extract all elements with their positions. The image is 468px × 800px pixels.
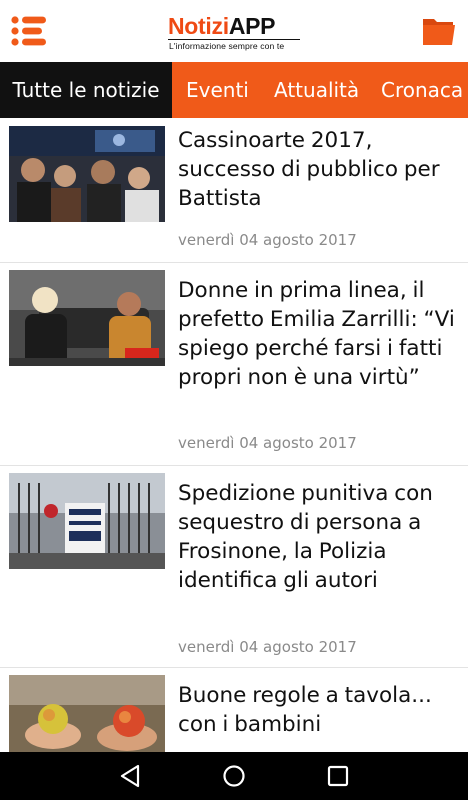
article-title[interactable]: Spedizione punitiva con sequestro di per… <box>178 479 460 595</box>
logo-underline <box>168 39 300 40</box>
app-header: NotiziAPP L'informazione sempre con te <box>0 0 468 63</box>
home-circle-icon[interactable] <box>219 762 249 790</box>
article-item[interactable]: Donne in prima linea, il prefetto Emilia… <box>0 262 468 466</box>
article-item[interactable]: Spedizione punitiva con sequestro di per… <box>0 465 468 668</box>
app-logo: NotiziAPP L'informazione sempre con te <box>168 13 302 51</box>
article-thumbnail[interactable] <box>9 473 165 569</box>
back-triangle-icon[interactable] <box>116 762 146 790</box>
category-tabs: Tutte le notizie Eventi Attualità Cronac… <box>0 62 468 118</box>
article-date: venerdì 04 agosto 2017 <box>178 638 357 656</box>
article-title[interactable]: Buone regole a tavola... con i bambini <box>178 681 460 739</box>
article-thumbnail[interactable] <box>9 270 165 366</box>
article-date: venerdì 04 agosto 2017 <box>178 231 357 249</box>
logo-tagline: L'informazione sempre con te <box>169 41 285 51</box>
hamburger-menu-icon[interactable] <box>10 14 50 48</box>
article-date: venerdì 04 agosto 2017 <box>178 434 357 452</box>
logo-wordmark: NotiziAPP <box>168 13 276 39</box>
tab-attualita[interactable]: Attualità <box>274 62 359 118</box>
article-title[interactable]: Donne in prima linea, il prefetto Emilia… <box>178 276 460 392</box>
article-thumbnail[interactable] <box>9 126 165 222</box>
tab-tutte-le-notizie[interactable]: Tutte le notizie <box>0 62 172 118</box>
system-navigation-bar <box>0 752 468 800</box>
tab-eventi[interactable]: Eventi <box>186 62 249 118</box>
folder-icon[interactable] <box>421 15 457 47</box>
article-item[interactable]: Cassinoarte 2017, successo di pubblico p… <box>0 118 468 263</box>
tab-cronaca[interactable]: Cronaca <box>381 62 463 118</box>
recents-square-icon[interactable] <box>323 762 353 790</box>
article-title[interactable]: Cassinoarte 2017, successo di pubblico p… <box>178 126 460 213</box>
